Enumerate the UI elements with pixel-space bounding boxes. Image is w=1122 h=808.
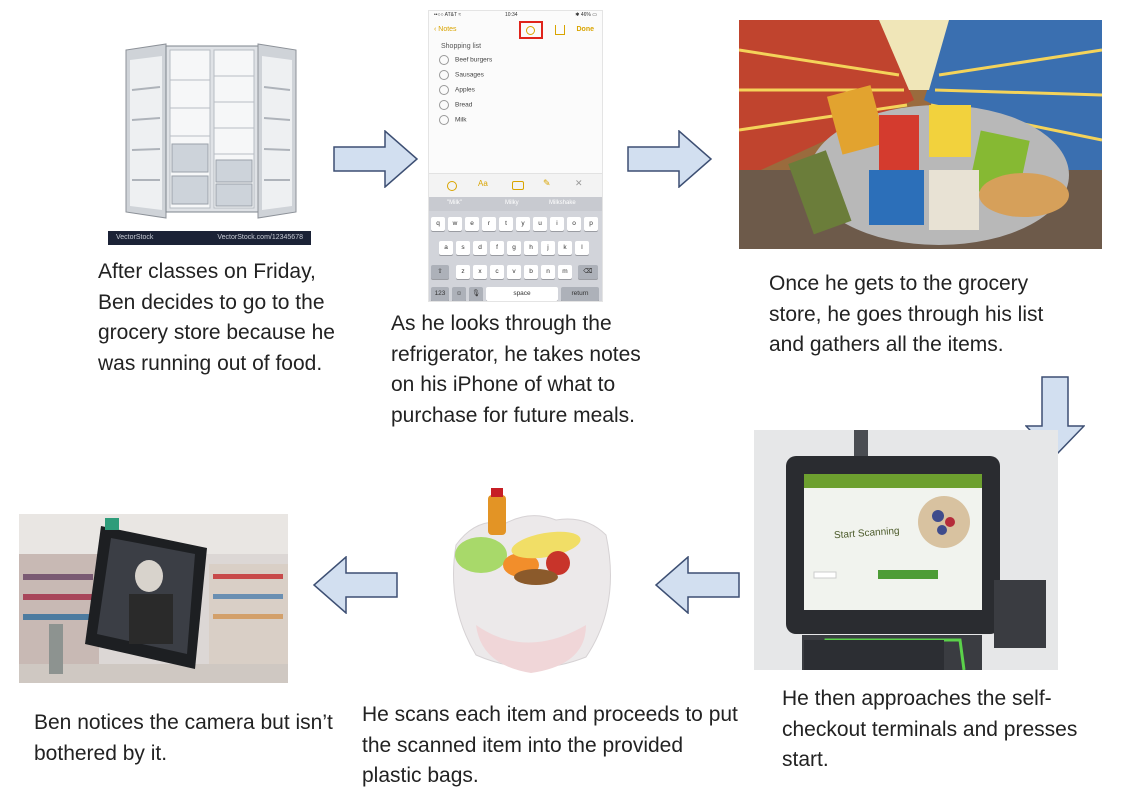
self-checkout-photo: Start Scanning [754, 430, 1058, 670]
key-g[interactable]: g [507, 241, 521, 255]
close-icon[interactable]: ✕ [575, 178, 583, 189]
prediction-1[interactable]: "Milk" [447, 200, 462, 206]
key-p[interactable]: p [584, 217, 598, 231]
shift-key[interactable]: ⇧ [431, 265, 449, 279]
status-battery: ✱ 46% ▭ [575, 12, 597, 18]
key-h[interactable]: h [524, 241, 538, 255]
left-arrow-icon [312, 556, 398, 614]
produce-bag-photo [436, 485, 629, 679]
key-a[interactable]: a [439, 241, 453, 255]
done-button[interactable]: Done [577, 26, 595, 33]
key-k[interactable]: k [558, 241, 572, 255]
note-title: Shopping list [441, 43, 482, 50]
space-key[interactable]: space [486, 287, 558, 301]
return-key[interactable]: return [561, 287, 599, 301]
key-r[interactable]: r [482, 217, 496, 231]
back-button[interactable]: ‹ Notes [434, 26, 457, 33]
security-camera-photo [19, 514, 288, 683]
key-q[interactable]: q [431, 217, 445, 231]
checklist-item[interactable]: Apples [439, 85, 475, 97]
collaborate-highlight [519, 21, 543, 39]
caption-step-3: Once he gets to the grocery store, he go… [769, 272, 1044, 356]
checkbox-icon[interactable] [439, 70, 449, 80]
key-c[interactable]: c [490, 265, 504, 279]
left-arrow-icon [654, 556, 740, 614]
key-b[interactable]: b [524, 265, 538, 279]
key-z[interactable]: z [456, 265, 470, 279]
checklist-icon[interactable] [447, 181, 457, 191]
key-v[interactable]: v [507, 265, 521, 279]
checklist-item[interactable]: Bread [439, 100, 472, 112]
caption-step-5: He scans each item and proceeds to put t… [362, 703, 738, 787]
status-carrier: ••○○ AT&T ≈ [434, 12, 462, 18]
key-i[interactable]: i [550, 217, 564, 231]
caption-step-4: He then approaches the self-checkout ter… [782, 687, 1078, 771]
format-icon[interactable]: Aa [478, 179, 488, 188]
key-j[interactable]: j [541, 241, 555, 255]
right-arrow-icon [333, 130, 419, 188]
keyboard: "Milk" Milky Milkshake qwertyuiop asdfghj… [429, 197, 602, 301]
fridge-image: VectorStock VectorStock.com/12345678 [108, 40, 311, 245]
watermark-right: VectorStock.com/12345678 [217, 234, 303, 241]
status-bar: ••○○ AT&T ≈ 10:34 ✱ 46% ▭ [429, 11, 602, 20]
pen-icon[interactable]: ✎ [543, 178, 551, 189]
emoji-key[interactable]: ☺ [452, 287, 466, 301]
key-u[interactable]: u [533, 217, 547, 231]
checkbox-icon[interactable] [439, 55, 449, 65]
key-x[interactable]: x [473, 265, 487, 279]
notes-nav-bar: ‹ Notes Done [429, 21, 602, 41]
key-s[interactable]: s [456, 241, 470, 255]
predictive-bar: "Milk" Milky Milkshake [429, 197, 602, 211]
caption-step-1: After classes on Friday, Ben decides to … [98, 260, 335, 375]
numbers-key[interactable]: 123 [431, 287, 449, 301]
add-people-icon[interactable] [526, 26, 535, 35]
checkbox-icon[interactable] [439, 115, 449, 125]
status-time: 10:34 [505, 12, 518, 18]
key-d[interactable]: d [473, 241, 487, 255]
key-l[interactable]: l [575, 241, 589, 255]
right-arrow-icon [627, 130, 713, 188]
key-e[interactable]: e [465, 217, 479, 231]
checklist-item[interactable]: Milk [439, 115, 467, 127]
backspace-key[interactable]: ⌫ [578, 265, 598, 279]
key-t[interactable]: t [499, 217, 513, 231]
grocery-cart-photo [739, 20, 1102, 249]
mic-key[interactable]: 🎙 [469, 287, 483, 301]
watermark-left: VectorStock [116, 234, 154, 241]
checklist-item[interactable]: Beef burgers [439, 55, 492, 67]
key-y[interactable]: y [516, 217, 530, 231]
key-m[interactable]: m [558, 265, 572, 279]
notes-toolbar: Aa ✎ ✕ [429, 173, 602, 198]
caption-step-6: Ben notices the camera but isn’t bothere… [34, 711, 333, 765]
share-icon[interactable] [555, 25, 565, 35]
key-f[interactable]: f [490, 241, 504, 255]
key-n[interactable]: n [541, 265, 555, 279]
caption-step-2: As he looks through the refrigerator, he… [391, 312, 641, 427]
checkbox-icon[interactable] [439, 100, 449, 110]
phone-notes-screenshot: ••○○ AT&T ≈ 10:34 ✱ 46% ▭ ‹ Notes Done S… [428, 10, 603, 302]
prediction-3[interactable]: Milkshake [549, 200, 576, 206]
key-o[interactable]: o [567, 217, 581, 231]
watermark-bar: VectorStock VectorStock.com/12345678 [108, 231, 311, 245]
prediction-2[interactable]: Milky [505, 200, 519, 206]
checkbox-icon[interactable] [439, 85, 449, 95]
key-w[interactable]: w [448, 217, 462, 231]
camera-icon[interactable] [512, 181, 524, 190]
checklist-item[interactable]: Sausages [439, 70, 484, 82]
